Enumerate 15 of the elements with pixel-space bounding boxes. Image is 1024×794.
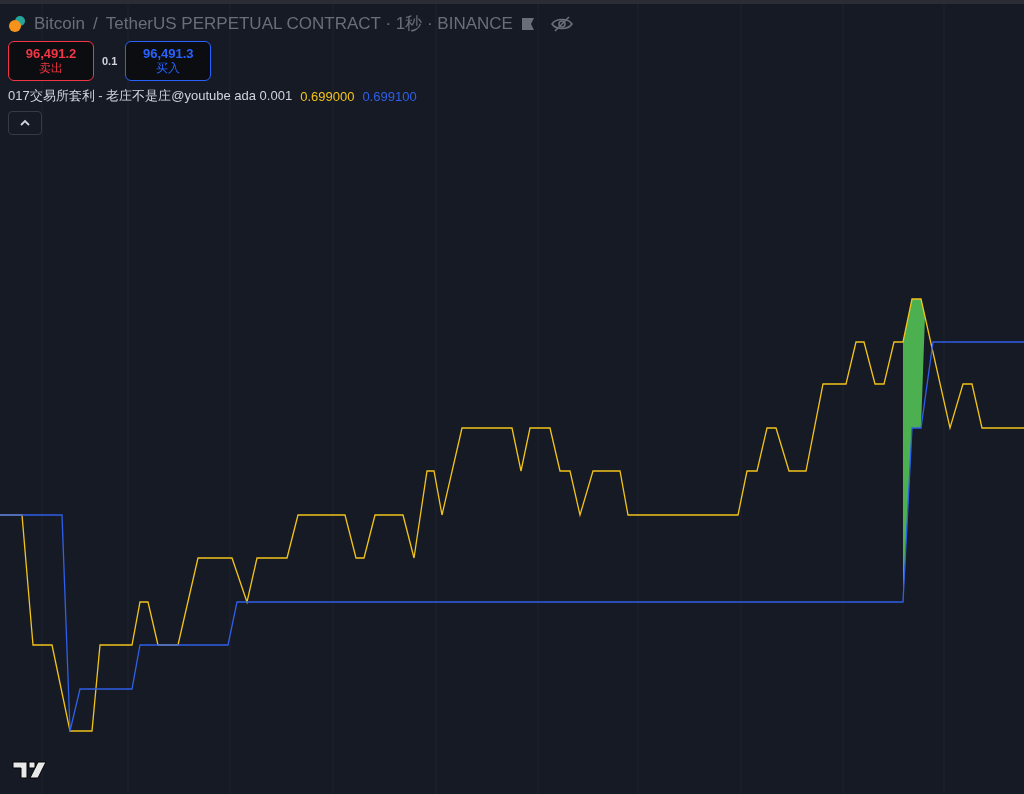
buy-button[interactable]: 96,491.3 买入 (125, 41, 212, 81)
logo-icon (12, 760, 48, 780)
chevron-up-icon (19, 119, 31, 127)
indicator-value: 0.699000 (300, 88, 355, 104)
symbol-name: Bitcoin (34, 13, 86, 34)
hide-icon[interactable] (550, 15, 573, 32)
collapse-button[interactable] (8, 111, 42, 135)
indicator-value: 0.699100 (362, 88, 417, 104)
sell-button[interactable]: 96,491.2 卖出 (8, 41, 94, 81)
indicator-title: 017交易所套利 - 老庄不是庄@youtube ada 0.001 (8, 87, 293, 105)
symbol-details: TetherUS PERPETUAL CONTRACT · 1秒 · BINANCE (105, 13, 513, 35)
coin-icon (8, 14, 26, 33)
flag-icon[interactable] (520, 16, 535, 31)
symbol-separator: / (93, 13, 98, 34)
spread-value: 0.1 (102, 55, 118, 67)
